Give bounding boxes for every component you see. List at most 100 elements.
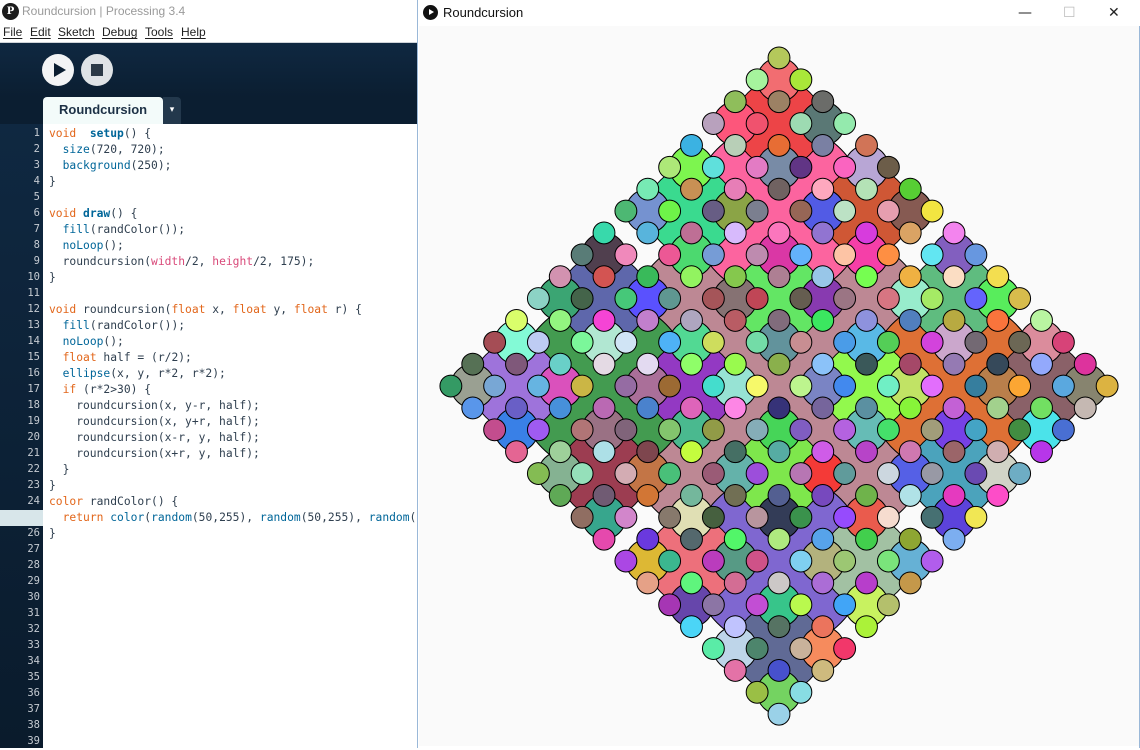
circle (658, 462, 682, 485)
circle (1030, 352, 1053, 376)
circle (701, 637, 725, 660)
circle (811, 396, 835, 420)
circle (636, 221, 660, 245)
stop-button[interactable] (81, 54, 113, 86)
code-line: } (49, 463, 70, 476)
circle (636, 265, 660, 289)
line-number: 17 (27, 383, 40, 395)
circle (701, 549, 725, 573)
circle (833, 418, 857, 442)
circle (986, 265, 1010, 289)
code-line: size(720, 720); (62, 143, 165, 156)
circle (1051, 418, 1075, 442)
circle (833, 243, 857, 267)
line-number: 9 (33, 255, 40, 267)
circle (680, 265, 703, 289)
circle (833, 199, 857, 223)
menu-help[interactable]: Help (181, 25, 206, 39)
circle (1008, 462, 1032, 485)
circle (789, 155, 813, 179)
circle (658, 287, 682, 310)
circle (701, 243, 725, 267)
circle (548, 396, 572, 420)
circle (745, 593, 769, 617)
circle (920, 418, 944, 442)
circle (811, 527, 835, 551)
circle (855, 527, 878, 551)
circle (811, 90, 835, 114)
minimize-button[interactable]: — (1018, 5, 1032, 21)
circle (614, 330, 638, 354)
line-number: 39 (27, 735, 40, 747)
circle (570, 418, 594, 442)
circle (942, 483, 966, 507)
circle (811, 308, 835, 332)
code-line: fill(randColor()); (62, 223, 186, 236)
circle (723, 133, 747, 157)
circle (592, 308, 616, 332)
circle (483, 330, 507, 354)
code-editor[interactable]: void setup() { size(720, 720); backgroun… (43, 124, 420, 748)
circle (592, 527, 616, 551)
circle (548, 352, 572, 376)
circle (1095, 374, 1119, 398)
chevron-down-icon: ▾ (169, 105, 175, 115)
code-line: roundcursion(x+r, y, half); (49, 447, 260, 460)
circle (855, 221, 878, 245)
line-number: 3 (33, 159, 40, 171)
line-number: 13 (27, 319, 40, 331)
line-number: 7 (33, 223, 40, 235)
circle (636, 177, 660, 201)
circle (592, 396, 616, 420)
processing-logo-icon: P (2, 3, 19, 20)
circle (570, 505, 594, 529)
circle (767, 133, 791, 157)
line-number: 28 (27, 559, 40, 571)
tab-menu-button[interactable]: ▾ (163, 97, 181, 124)
circle (701, 330, 725, 354)
circle (1073, 352, 1097, 376)
menu-sketch[interactable]: Sketch (58, 25, 95, 39)
line-number: 19 (27, 415, 40, 427)
close-button[interactable]: ✕ (1108, 5, 1120, 21)
circle (833, 549, 857, 573)
circle (876, 593, 900, 617)
tab-roundcursion[interactable]: Roundcursion (43, 97, 163, 124)
circle (855, 308, 878, 332)
circle (789, 637, 813, 660)
circle (461, 396, 485, 420)
circle (767, 702, 791, 726)
line-number: 1 (33, 127, 40, 139)
circle (723, 396, 747, 420)
circle (745, 637, 769, 660)
run-button[interactable] (42, 54, 74, 86)
ide-toolbar (0, 43, 420, 97)
circle (636, 527, 660, 551)
menu-debug[interactable]: Debug (102, 25, 137, 39)
code-line: float half = (r/2); (62, 351, 192, 364)
circle (461, 352, 485, 376)
circle (745, 243, 769, 267)
circle (942, 527, 966, 551)
circle (636, 440, 660, 464)
code-line: void draw() { (49, 207, 138, 220)
maximize-button[interactable]: ☐ (1063, 5, 1076, 21)
menu-file[interactable]: File (3, 25, 22, 39)
sketch-window-title: Roundcursion (443, 5, 524, 20)
circle (964, 418, 988, 442)
code-line: roundcursion(x, y-r, half); (49, 399, 260, 412)
circle (920, 549, 944, 573)
menu-tools[interactable]: Tools (145, 25, 173, 39)
circle (964, 505, 988, 529)
circle (1030, 396, 1053, 420)
circle (701, 505, 725, 529)
line-number: 14 (27, 335, 40, 347)
circle (833, 637, 857, 660)
circle (811, 483, 835, 507)
menu-edit[interactable]: Edit (30, 25, 51, 39)
circle (680, 615, 703, 639)
line-number: 38 (27, 719, 40, 731)
circle (986, 396, 1010, 420)
circle (526, 418, 550, 442)
circle (680, 396, 703, 420)
